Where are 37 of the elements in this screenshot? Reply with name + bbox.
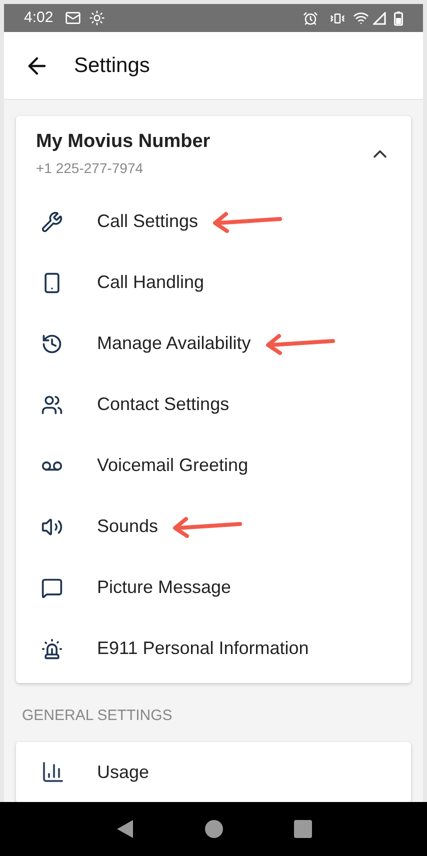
bar-chart-icon [41,760,65,784]
screen-title: Settings [74,52,150,79]
settings-item[interactable]: Picture Message [16,557,411,618]
people-icon [41,394,63,416]
notification-icon [65,10,82,26]
section-heading: GENERAL SETTINGS [21,706,174,726]
wifi-icon [353,10,369,26]
settings-item[interactable]: Call Handling [16,252,411,313]
history-icon [41,332,63,354]
status-time: 4:02 [24,8,54,28]
recents-nav-icon[interactable] [294,820,312,838]
item-label: E911 Personal Information [97,637,309,660]
sun-icon [89,10,106,26]
home-nav-icon[interactable] [204,820,222,838]
item-label: Call Handling [97,271,204,294]
item-label: Usage [97,760,150,784]
item-label: Manage Availability [97,332,251,355]
alarm-icon [303,10,318,26]
siren-icon [41,638,63,660]
settings-item[interactable]: Call Settings [16,191,411,252]
item-label: Sounds [97,515,158,538]
signal-icon [373,12,386,24]
phone-number: +1 225-277-7974 [36,159,144,178]
account-title: My Movius Number [36,130,212,154]
item-label: Voicemail Greeting [97,454,248,477]
item-label: Contact Settings [97,393,230,416]
settings-item[interactable]: Usage [16,742,411,802]
settings-item[interactable]: Sounds [16,496,411,557]
settings-item[interactable]: Voicemail Greeting [16,435,411,496]
item-label: Call Settings [97,210,198,233]
settings-item[interactable]: Manage Availability [16,313,411,374]
settings-item[interactable]: E911 Personal Information [16,618,411,679]
vibrate-icon [330,10,345,26]
settings-item[interactable]: Contact Settings [16,374,411,435]
back-nav-icon[interactable] [116,819,134,839]
item-label: Picture Message [97,576,232,599]
battery-icon [394,10,403,26]
